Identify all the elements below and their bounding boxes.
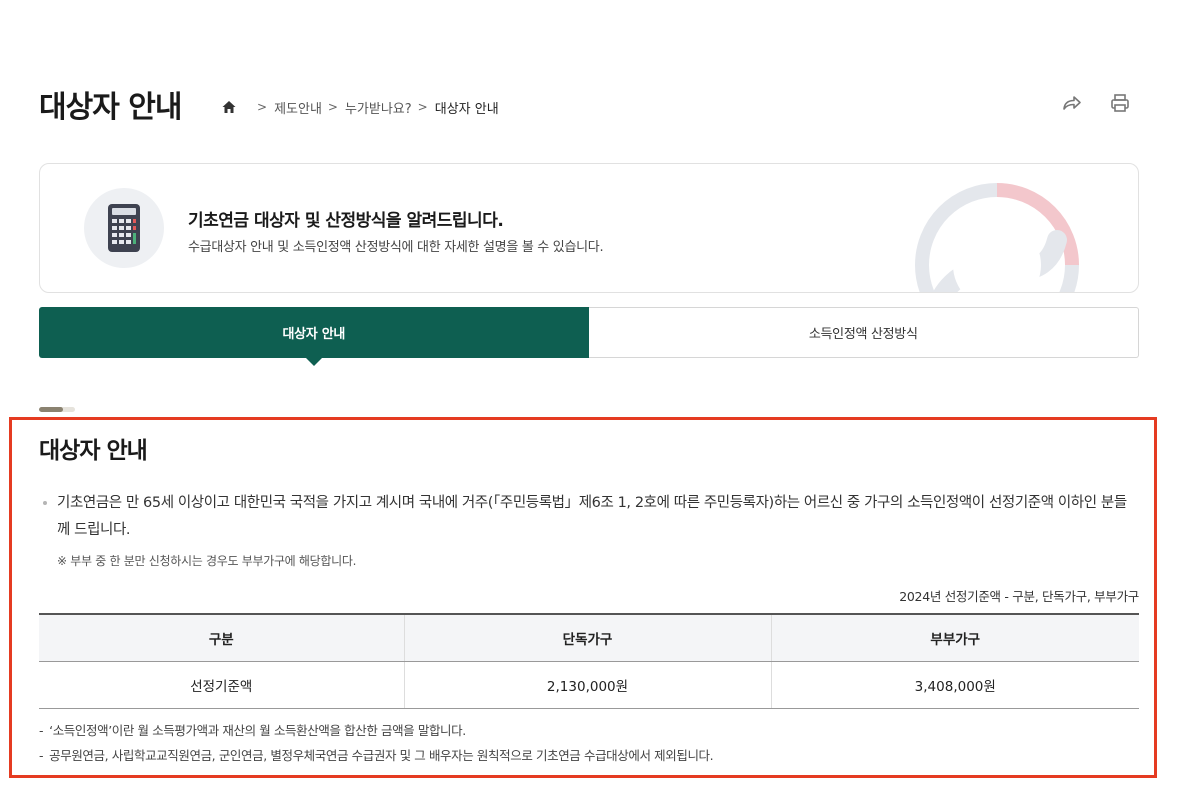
footnote-item: - 공무원연금, 사립학교교직원연금, 군인연금, 별정우체국연금 수급권자 및 … bbox=[39, 748, 714, 763]
page-title: 대상자 안내 bbox=[39, 90, 182, 125]
breadcrumb-item-current: 대상자 안내 bbox=[434, 101, 499, 117]
print-icon[interactable] bbox=[1109, 92, 1131, 114]
tab-eligible-recipients[interactable]: 대상자 안내 bbox=[39, 307, 589, 366]
footnote-item: - ‘소득인정액’이란 월 소득평가액과 재산의 월 소득환산액을 합산한 금액을… bbox=[39, 723, 466, 738]
couple-note: ※ 부부 중 한 분만 신청하시는 경우도 부부가구에 해당합니다. bbox=[57, 554, 357, 568]
home-icon[interactable] bbox=[221, 99, 237, 115]
footnotes: - ‘소득인정액’이란 월 소득평가액과 재산의 월 소득환산액을 합산한 금액을… bbox=[39, 718, 714, 768]
selection-criteria-table: 구분 단독가구 부부가구 선정기준액 2,130,000원 3,408,000원 bbox=[39, 613, 1139, 709]
table-caption: 2024년 선정기준액 - 구분, 단독가구, 부부가구 bbox=[899, 589, 1139, 604]
table-header-couple: 부부가구 bbox=[770, 613, 1139, 662]
table-cell: 선정기준액 bbox=[39, 661, 404, 709]
progress-fill bbox=[39, 407, 64, 412]
footnote-text: ‘소득인정액’이란 월 소득평가액과 재산의 월 소득환산액을 합산한 금액을 … bbox=[49, 723, 466, 738]
government-emblem-watermark bbox=[914, 183, 1079, 292]
intro-description: 수급대상자 안내 및 소득인정액 산정방식에 대한 자세한 설명을 볼 수 있습… bbox=[188, 240, 604, 255]
tab-income-calculation[interactable]: 소득인정액 산정방식 bbox=[588, 307, 1139, 358]
tab-bar: 대상자 안내 소득인정액 산정방식 bbox=[39, 307, 1139, 366]
breadcrumb-separator: > bbox=[257, 100, 268, 114]
intro-box: 기초연금 대상자 및 산정방식을 알려드립니다. 수급대상자 안내 및 소득인정… bbox=[39, 163, 1139, 293]
table-cell: 2,130,000원 bbox=[403, 661, 771, 709]
calculator-icon bbox=[84, 188, 164, 268]
section-progress-indicator bbox=[39, 407, 75, 412]
breadcrumb-separator: > bbox=[327, 100, 338, 114]
footnote-text: 공무원연금, 사립학교교직원연금, 군인연금, 별정우체국연금 수급권자 및 그… bbox=[49, 748, 714, 763]
table-header-single: 단독가구 bbox=[403, 613, 771, 662]
table-row: 선정기준액 2,130,000원 3,408,000원 bbox=[39, 661, 1139, 709]
table-header-category: 구분 bbox=[39, 613, 404, 662]
breadcrumb-item-who-receives[interactable]: 누가받나요? bbox=[345, 98, 412, 117]
page-tools bbox=[1061, 92, 1131, 114]
table-header-row: 구분 단독가구 부부가구 bbox=[39, 613, 1139, 662]
share-icon[interactable] bbox=[1061, 92, 1083, 114]
section-title: 대상자 안내 bbox=[39, 438, 148, 464]
intro-heading: 기초연금 대상자 및 산정방식을 알려드립니다. bbox=[188, 211, 504, 231]
breadcrumb: > 제도안내 > 누가받나요? > 대상자 안내 bbox=[221, 97, 499, 117]
breadcrumb-item-system[interactable]: 제도안내 bbox=[274, 98, 322, 117]
table-cell: 3,408,000원 bbox=[770, 661, 1139, 709]
breadcrumb-separator: > bbox=[417, 100, 428, 114]
eligibility-description: 기초연금은 만 65세 이상이고 대한민국 국적을 가지고 계시며 국내에 거주… bbox=[43, 490, 1139, 544]
